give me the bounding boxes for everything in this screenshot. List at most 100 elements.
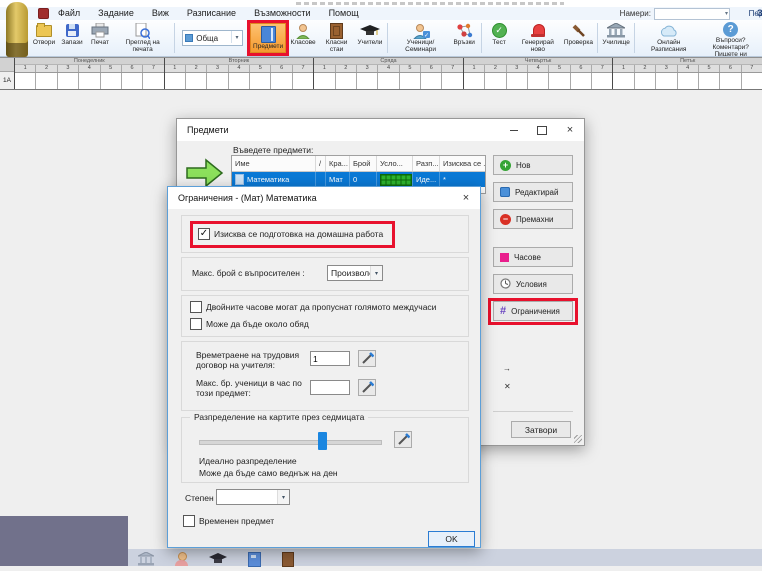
max-students-input[interactable]	[310, 380, 350, 395]
edit-subject-button[interactable]: Редактирай	[493, 182, 573, 202]
timetable-cell[interactable]	[165, 73, 186, 89]
grade-dropdown[interactable]: ▾	[216, 489, 290, 505]
save-button[interactable]: Запази	[58, 20, 86, 56]
column-header-homework[interactable]: Изисква се ...	[440, 156, 486, 171]
menu-tab-help[interactable]: Помощ	[320, 7, 368, 20]
period-header: 3	[357, 65, 378, 72]
questions-comments-button[interactable]: ? Въпроси? Коментари? Пишете ни	[699, 20, 762, 56]
teachers-button[interactable]: Учители	[356, 20, 384, 56]
column-header-conditions[interactable]: Усло...	[377, 156, 413, 171]
double-lessons-checkbox[interactable]: ✓	[190, 301, 202, 313]
lunch-checkbox[interactable]: ✓	[190, 318, 202, 330]
save-icon	[66, 22, 79, 39]
column-header-distribution[interactable]: Разп...	[413, 156, 440, 171]
timetable-cell[interactable]	[378, 73, 399, 89]
close-icon[interactable]: ×	[556, 119, 584, 141]
question-dropdown[interactable]: Произволен ▾	[327, 265, 383, 281]
timetable-cell[interactable]	[464, 73, 485, 89]
timetable-cell[interactable]	[207, 73, 228, 89]
timetable-cell[interactable]	[742, 73, 762, 89]
timetable-cell[interactable]	[507, 73, 528, 89]
constraints-button[interactable]: # Ограничения	[493, 301, 573, 321]
timetable-cell[interactable]	[314, 73, 335, 89]
timetable-cell[interactable]	[336, 73, 357, 89]
new-subject-button[interactable]: + Нов	[493, 155, 573, 175]
timetable-cell[interactable]	[250, 73, 271, 89]
timetable-cell[interactable]	[122, 73, 143, 89]
timetable-cell[interactable]	[36, 73, 57, 89]
check-button[interactable]: Проверка	[563, 20, 595, 56]
ok-button[interactable]: OK	[428, 531, 475, 547]
timetable-cell[interactable]	[186, 73, 207, 89]
menu-tab-options[interactable]: Възможности	[245, 7, 320, 20]
timetable-cell[interactable]	[15, 73, 36, 89]
print-preview-button[interactable]: Преглед на печата	[114, 20, 171, 56]
distribution-slider-track[interactable]	[199, 440, 382, 445]
distribution-wand-button[interactable]	[394, 431, 412, 448]
open-button[interactable]: Отвори	[30, 20, 58, 56]
timetable-cell[interactable]	[143, 73, 163, 89]
conditions-button[interactable]: Условия	[493, 274, 573, 294]
contract-duration-input[interactable]	[310, 351, 350, 366]
resize-grip[interactable]	[574, 435, 582, 443]
generate-new-button[interactable]: Генерирай ново	[513, 20, 562, 56]
period-header: 5	[549, 65, 570, 72]
timetable-cell[interactable]	[635, 73, 656, 89]
minimize-button[interactable]	[500, 119, 528, 141]
lessons-button[interactable]: Часове	[493, 247, 573, 267]
timetable-cell[interactable]	[101, 73, 122, 89]
timetable-cell[interactable]	[678, 73, 699, 89]
links-button[interactable]: Връзки	[450, 20, 478, 56]
close-icon[interactable]: ×	[452, 187, 480, 209]
timetable-cell[interactable]	[485, 73, 506, 89]
menu-tab-timetable[interactable]: Разписание	[178, 7, 245, 20]
subjects-button[interactable]: Предмети	[250, 23, 286, 53]
classes-button[interactable]: Класове	[289, 20, 317, 56]
view-selector-combo[interactable]: Обща ▾	[182, 30, 243, 46]
timetable-cell[interactable]	[357, 73, 378, 89]
max-students-wand-button[interactable]	[358, 379, 376, 396]
classrooms-button[interactable]: Класни стаи	[317, 20, 356, 56]
timetable-cell[interactable]	[592, 73, 612, 89]
period-header: 4	[229, 65, 250, 72]
online-timetables-button[interactable]: Онлайн Разписания	[638, 20, 699, 56]
app-icon[interactable]	[38, 8, 49, 19]
timetable-cell[interactable]	[79, 73, 100, 89]
timetable-cell[interactable]	[271, 73, 292, 89]
menu-tab-file[interactable]: Файл	[49, 7, 89, 20]
column-header-count[interactable]: Брой	[350, 156, 377, 171]
students-seminars-button[interactable]: ✓ Ученици/Семинари	[391, 20, 450, 56]
print-button[interactable]: Печат	[86, 20, 114, 56]
day-group: Сряда1234567	[314, 58, 464, 89]
timetable-cell[interactable]	[421, 73, 442, 89]
timetable-cell[interactable]	[442, 73, 462, 89]
timetable-cell[interactable]	[229, 73, 250, 89]
subjects-table-header[interactable]: Име / Кра... Брой Усло... Разп... Изискв…	[232, 156, 485, 172]
timetable-cell[interactable]	[720, 73, 741, 89]
timetable-cell[interactable]	[293, 73, 313, 89]
remove-subject-button[interactable]: − Премахни	[493, 209, 573, 229]
timetable-cell[interactable]	[656, 73, 677, 89]
timetable-cell[interactable]	[58, 73, 79, 89]
contract-wand-button[interactable]	[358, 350, 376, 367]
school-button[interactable]: Училище	[601, 20, 631, 56]
timetable-cell[interactable]	[613, 73, 634, 89]
menu-tab-view[interactable]: Виж	[143, 7, 178, 20]
test-button[interactable]: ✓ Тест	[485, 20, 513, 56]
find-input[interactable]: ▾	[654, 8, 730, 20]
table-row-selected[interactable]: Математика Мат 0 Иде... *	[232, 172, 485, 187]
temporary-subject-checkbox[interactable]: ✓	[183, 515, 195, 527]
timetable-cell[interactable]	[699, 73, 720, 89]
distribution-slider-thumb[interactable]	[318, 432, 327, 450]
timetable-cell[interactable]	[400, 73, 421, 89]
column-header-short[interactable]: Кра...	[326, 156, 350, 171]
maximize-button[interactable]	[528, 119, 556, 141]
window-title-text	[296, 2, 564, 5]
column-header-name[interactable]: Име	[232, 156, 316, 171]
homework-checkbox[interactable]: ✓	[198, 228, 210, 240]
timetable-cell[interactable]	[549, 73, 570, 89]
close-dialog-button[interactable]: Затвори	[511, 421, 571, 438]
timetable-cell[interactable]	[571, 73, 592, 89]
timetable-cell[interactable]	[528, 73, 549, 89]
menu-tab-assignment[interactable]: Задание	[89, 7, 143, 20]
